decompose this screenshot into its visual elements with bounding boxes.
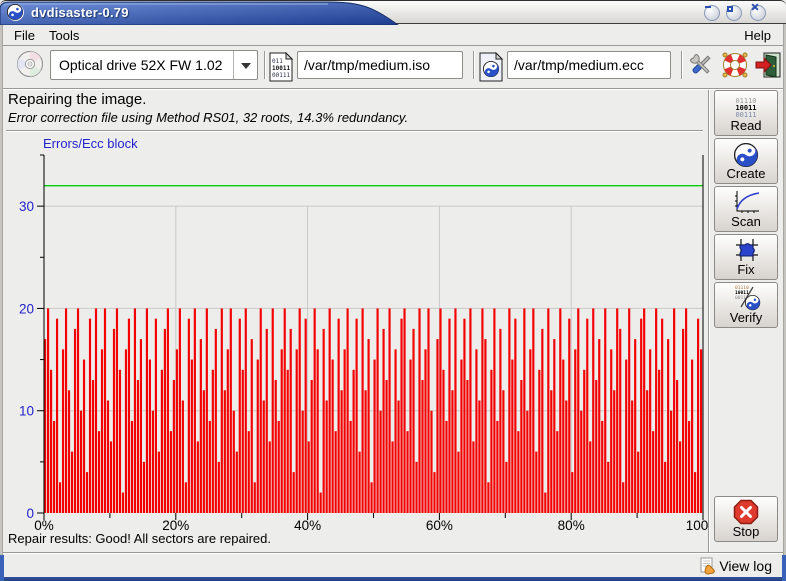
window-title: dvdisaster-0.79 [31,5,129,20]
scan-curve-icon [731,189,761,215]
svg-text:30: 30 [19,199,34,214]
svg-text:011: 011 [272,58,283,65]
lifebuoy-icon [721,51,749,79]
binary-icon: 01110 10011 00111 [735,98,756,119]
svg-text:40%: 40% [294,518,321,533]
ecc-file-input[interactable] [507,51,671,79]
stop-button[interactable]: Stop [714,496,778,542]
repair-result-text: Repair results: Good! All sectors are re… [8,531,271,546]
menu-file[interactable]: File [8,26,41,45]
window-frame-bottom [0,577,786,581]
menu-tools[interactable]: Tools [43,26,85,45]
svg-text:80%: 80% [558,518,585,533]
read-button[interactable]: 01110 10011 00111 Read [714,90,778,136]
chevron-down-icon [233,51,257,79]
verify-icon: 01110 10011 00111 [731,283,761,311]
ecc-file-icon [477,52,504,82]
scan-button[interactable]: Scan [714,186,778,232]
quit-button[interactable] [753,50,783,80]
svg-text:10: 10 [19,404,34,419]
svg-text:60%: 60% [426,518,453,533]
chart-title: Errors/Ecc block [43,136,138,151]
view-log-icon [700,557,716,575]
close-button[interactable] [750,5,766,21]
menu-help[interactable]: Help [738,26,777,45]
app-logo-icon [7,4,24,21]
help-button[interactable] [720,50,750,80]
menubar: File Tools Help [3,25,783,45]
svg-text:0: 0 [26,506,34,521]
drive-select[interactable]: Optical drive 52X FW 1.02 [50,50,258,80]
statusbar: View log [3,554,783,577]
tools-icon [687,51,715,79]
toolbar: Optical drive 52X FW 1.02 011 10011 0011… [3,46,783,88]
svg-text:20: 20 [19,301,34,316]
minimize-button[interactable] [704,5,720,21]
svg-text:00111: 00111 [272,72,290,79]
status-subheading: Error correction file using Method RS01,… [8,110,408,125]
app-window: dvdisaster-0.79 File Tools Help Optical … [0,0,786,581]
svg-text:10011: 10011 [272,65,290,72]
view-log-button[interactable]: View log [695,555,777,577]
drive-select-value: Optical drive 52X FW 1.02 [51,57,233,73]
status-heading: Repairing the image. [8,91,146,108]
titlebar[interactable]: dvdisaster-0.79 [0,0,786,24]
window-frame-left [0,24,3,581]
resize-grip-left[interactable] [0,555,4,581]
cd-drive-icon [15,49,45,79]
yinyang-icon [734,143,758,167]
errors-chart: 01020300%20%40%60%80%100% [0,150,710,540]
maximize-button[interactable] [726,5,742,21]
preferences-button[interactable] [686,50,716,80]
puzzle-icon [732,237,760,263]
stop-icon [733,499,759,525]
image-file-icon: 011 10011 00111 [267,52,294,82]
create-button[interactable]: Create [714,138,778,184]
verify-button[interactable]: 01110 10011 00111 Verify [714,282,778,328]
image-file-input[interactable] [297,51,463,79]
fix-button[interactable]: Fix [714,234,778,280]
exit-door-icon [754,51,782,79]
resize-grip-right[interactable] [782,555,786,581]
svg-text:100%: 100% [686,518,710,533]
